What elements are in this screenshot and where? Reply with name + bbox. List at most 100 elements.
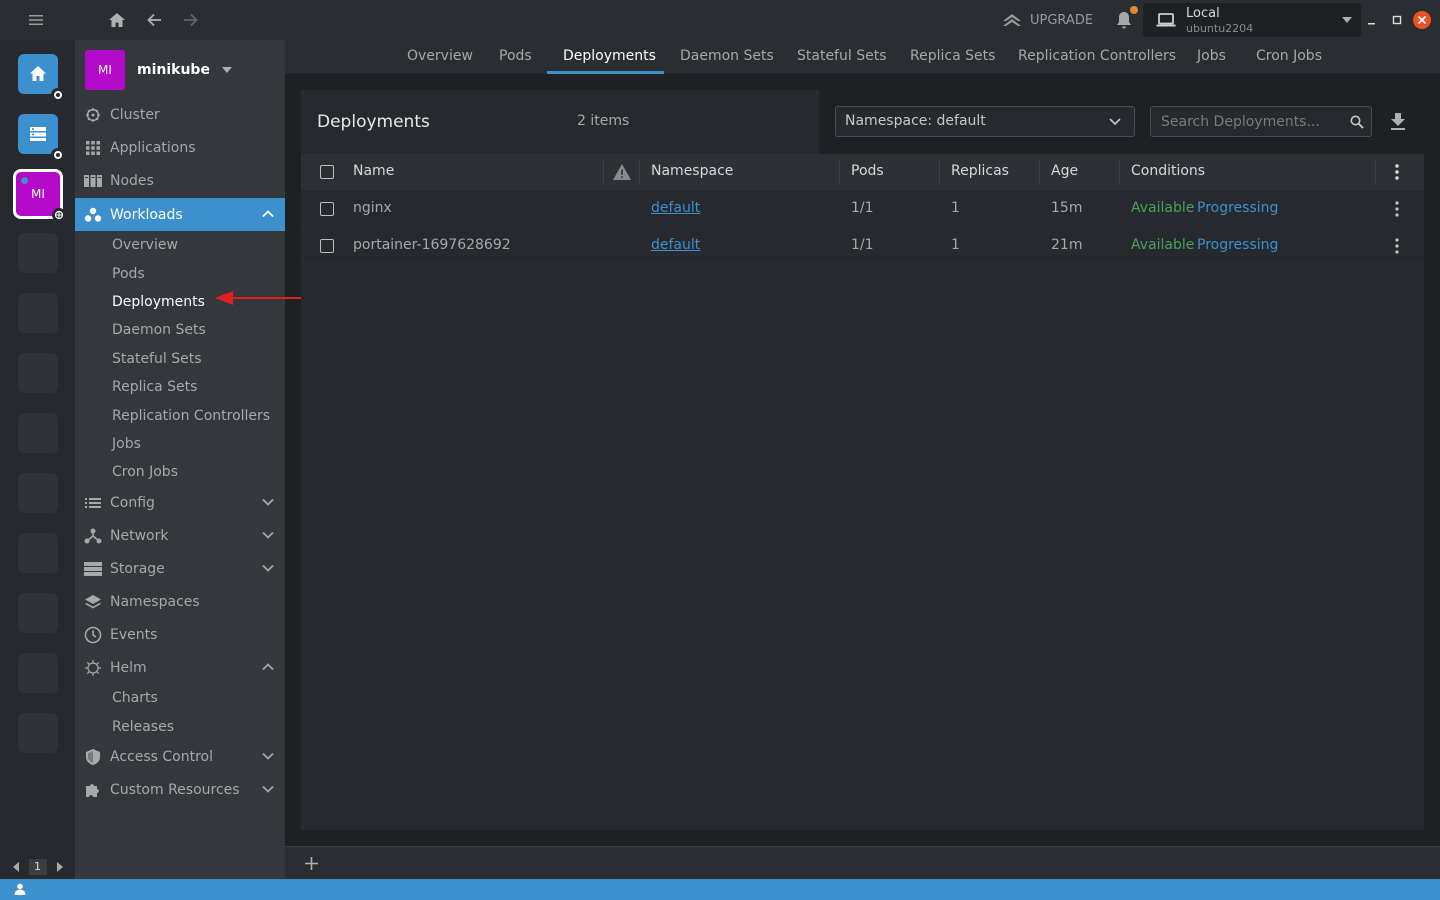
tab-overview[interactable]: Overview [407,48,473,64]
column-divider [603,160,604,184]
chevron-right-icon[interactable] [55,862,63,872]
tab-daemon-sets[interactable]: Daemon Sets [680,48,774,64]
plus-icon[interactable] [305,857,318,870]
sidebar-sub-cron-jobs[interactable]: Cron Jobs [112,458,178,486]
column-divider [639,160,640,184]
row-checkbox[interactable] [320,202,334,216]
upgrade-button[interactable]: UPGRADE [1002,10,1093,30]
hotbar-home-item[interactable] [18,54,65,102]
tab-jobs[interactable]: Jobs [1197,48,1226,64]
sidebar-sub-stateful-sets[interactable]: Stateful Sets [112,345,201,373]
chevron-down-icon[interactable] [261,495,275,509]
hotbar-empty-slot[interactable] [18,713,58,753]
menu-icon[interactable] [24,8,48,32]
cell-namespace-link[interactable]: default [651,237,700,253]
panel-header-left: Deployments 2 items [301,90,819,154]
sidebar-sub-replica-sets[interactable]: Replica Sets [112,373,197,401]
sidebar-item-storage[interactable]: Storage [75,552,285,585]
sidebar-item-applications[interactable]: Applications [75,131,285,164]
kubernetes-icon [52,208,66,222]
sidebar-item-access-control[interactable]: Access Control [75,740,285,773]
row-menu-icon[interactable] [1395,201,1399,217]
sidebar-item-namespaces[interactable]: Namespaces [75,585,285,618]
column-divider [1039,160,1040,184]
column-menu-icon[interactable] [1395,164,1399,180]
chevron-down-icon[interactable] [261,561,275,575]
tab-replication-controllers[interactable]: Replication Controllers [1018,48,1176,64]
sidebar-item-network[interactable]: Network [75,519,285,552]
sidebar-sub-pods[interactable]: Pods [112,260,145,288]
cell-pods: 1/1 [851,237,874,253]
tab-deployments[interactable]: Deployments [563,48,656,64]
table-row[interactable]: nginx default 1/1 1 15m Available Progre… [301,190,1424,227]
sidebar-sub-charts[interactable]: Charts [112,684,158,712]
namespace-select[interactable]: Namespace: default [835,106,1135,137]
status-bar [0,879,1440,900]
column-header-age[interactable]: Age [1051,163,1078,179]
sidebar-item-nodes[interactable]: Nodes [75,164,285,197]
sidebar-item-events[interactable]: Events [75,618,285,651]
user-icon[interactable] [14,883,26,895]
tab-replica-sets[interactable]: Replica Sets [910,48,995,64]
hotbar-empty-slot[interactable] [18,233,58,273]
hotbar-empty-slot[interactable] [18,653,58,693]
hotbar-minikube-item[interactable]: MI [13,169,66,222]
sidebar-item-custom-resources[interactable]: Custom Resources [75,773,285,806]
column-header-namespace[interactable]: Namespace [651,163,733,179]
hotbar-empty-slot[interactable] [18,413,58,453]
chevron-down-icon[interactable] [261,528,275,542]
row-checkbox[interactable] [320,239,334,253]
chevron-up-icon[interactable] [261,660,275,674]
condition-progressing: Progressing [1197,237,1279,253]
warning-icon[interactable] [612,163,632,181]
chevron-left-icon[interactable] [12,862,21,872]
column-header-name[interactable]: Name [353,163,394,179]
row-menu-icon[interactable] [1395,238,1399,254]
cell-namespace-link[interactable]: default [651,200,700,216]
select-all-checkbox[interactable] [320,165,334,179]
column-header-conditions[interactable]: Conditions [1131,163,1205,179]
sidebar-item-workloads[interactable]: Workloads [75,198,285,231]
chevron-up-icon[interactable] [261,207,275,221]
column-header-pods[interactable]: Pods [851,163,884,179]
cluster-selector[interactable]: Local ubuntu2204 [1143,3,1361,37]
sidebar-sub-releases[interactable]: Releases [112,713,174,741]
close-button[interactable] [1412,10,1432,30]
forward-arrow-icon[interactable] [179,8,203,32]
sidebar-item-label: Cluster [110,106,160,123]
hotbar-empty-slot[interactable] [18,593,58,633]
sidebar-sub-daemon-sets[interactable]: Daemon Sets [112,316,206,344]
chevron-down-icon [1109,118,1121,126]
chevron-down-icon[interactable] [261,782,275,796]
search-input[interactable] [1152,108,1342,135]
home-icon[interactable] [105,8,129,32]
hotbar-catalog-item[interactable] [18,114,65,162]
minimize-button[interactable] [1362,10,1382,30]
search-icon[interactable] [1350,115,1364,129]
sidebar-item-config[interactable]: Config [75,486,285,519]
sidebar-sub-replication-controllers[interactable]: Replication Controllers [112,402,270,430]
table-row[interactable]: portainer-1697628692 default 1/1 1 21m A… [301,227,1424,264]
column-divider [939,160,940,184]
sidebar-sub-jobs[interactable]: Jobs [112,430,141,458]
column-header-replicas[interactable]: Replicas [951,163,1009,179]
sidebar-item-cluster[interactable]: Cluster [75,98,285,131]
hotbar-empty-slot[interactable] [18,293,58,333]
hotbar-empty-slot[interactable] [18,353,58,393]
cell-replicas: 1 [951,237,960,253]
sidebar-sub-overview[interactable]: Overview [112,231,178,259]
namespace-select-value: Namespace: default [845,113,986,129]
download-icon[interactable] [1390,113,1406,130]
maximize-button[interactable] [1387,10,1407,30]
sidebar-sub-deployments[interactable]: Deployments [112,288,205,316]
tab-stateful-sets[interactable]: Stateful Sets [797,48,886,64]
hotbar-empty-slot[interactable] [18,473,58,513]
tab-cron-jobs[interactable]: Cron Jobs [1256,48,1322,64]
cluster-header[interactable]: MI minikube [85,50,232,90]
page-title: Deployments [317,112,430,132]
back-arrow-icon[interactable] [142,8,166,32]
hotbar-empty-slot[interactable] [18,533,58,573]
tab-pods[interactable]: Pods [499,48,532,64]
sidebar-item-helm[interactable]: Helm [75,651,285,684]
chevron-down-icon[interactable] [261,749,275,763]
